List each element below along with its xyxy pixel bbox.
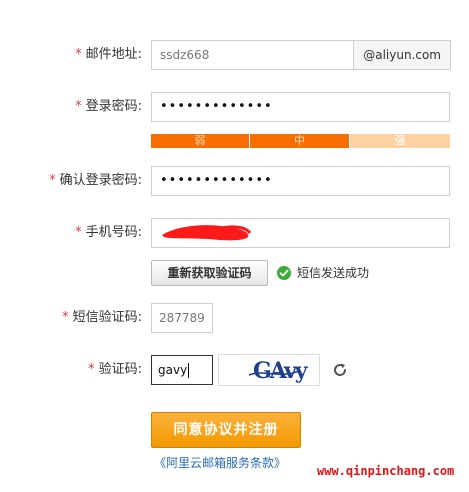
phone-field[interactable] [151, 218, 450, 248]
phone-label-text: 手机号码: [85, 225, 142, 240]
captcha-input[interactable]: gavy [151, 355, 213, 385]
phone-label: * 手机号码: [75, 218, 142, 248]
agree-and-register-button[interactable]: 同意协议并注册 [151, 412, 301, 448]
email-label: * 邮件地址: [75, 40, 142, 70]
watermark: www.qinpinchang.com [317, 464, 455, 478]
sms-code-label: * 短信验证码: [62, 303, 142, 333]
captcha-label: * 验证码: [88, 355, 142, 385]
confirm-password-value: ••••••••••••• [160, 173, 273, 188]
captcha-image-text: GAvy [253, 358, 309, 384]
sms-code-field[interactable]: 287789 [151, 303, 213, 333]
sms-status: 短信发送成功 [277, 263, 369, 283]
resend-code-button[interactable]: 重新获取验证码 [151, 260, 268, 286]
password-label: * 登录密码: [75, 92, 142, 122]
captcha-image[interactable]: GAvy [218, 354, 320, 386]
strength-medium: 中 [250, 134, 350, 148]
password-strength-meter: 弱 中 强 [151, 134, 450, 148]
password-value: ••••••••••••• [160, 99, 273, 114]
password-field[interactable]: ••••••••••••• [151, 92, 450, 122]
strength-weak: 弱 [151, 134, 250, 148]
confirm-password-label-text: 确认登录密码: [59, 173, 142, 188]
required-mark: * [75, 225, 82, 240]
email-field[interactable]: ssdz668 @aliyun.com [151, 40, 451, 70]
sms-code-value: 287789 [159, 311, 205, 325]
required-mark: * [75, 99, 82, 114]
email-value: ssdz668 [160, 48, 210, 62]
strength-strong: 强 [350, 134, 450, 148]
required-mark: * [62, 310, 69, 325]
confirm-password-label: * 确认登录密码: [49, 166, 142, 196]
check-circle-icon [277, 266, 291, 280]
email-label-text: 邮件地址: [85, 47, 142, 62]
email-domain-suffix: @aliyun.com [353, 40, 451, 70]
sms-code-label-text: 短信验证码: [72, 310, 142, 325]
sms-status-text: 短信发送成功 [297, 266, 370, 280]
required-mark: * [75, 47, 82, 62]
captcha-label-text: 验证码: [98, 362, 142, 377]
refresh-icon[interactable] [331, 361, 349, 379]
password-label-text: 登录密码: [85, 99, 142, 114]
confirm-password-field[interactable]: ••••••••••••• [151, 166, 450, 196]
required-mark: * [49, 173, 56, 188]
terms-link[interactable]: 《阿里云邮箱服务条款》 [154, 454, 286, 471]
required-mark: * [88, 362, 95, 377]
captcha-value: gavy [158, 363, 188, 377]
text-caret [188, 363, 190, 378]
redaction-scribble [162, 225, 252, 241]
captcha-graphic: GAvy [248, 358, 311, 384]
